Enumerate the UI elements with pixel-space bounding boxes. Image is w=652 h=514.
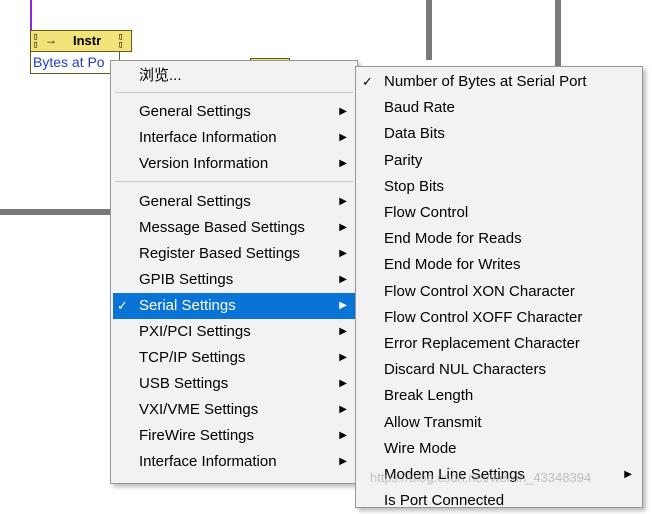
menu-item-label: TCP/IP Settings (139, 349, 246, 366)
submenu-arrow-icon: ▶ (339, 196, 347, 207)
diagram-wire-horizontal (0, 209, 112, 215)
submenu-arrow-icon: ▶ (339, 158, 347, 169)
node-title: Instr (73, 33, 102, 48)
submenu-arrow-icon: ▶ (339, 456, 347, 467)
submenu-item[interactable]: Baud Rate (358, 95, 640, 121)
submenu-item-label: Stop Bits (384, 177, 445, 195)
submenu-item-label: Flow Control (384, 204, 469, 221)
wire-arrow-icon: → (45, 33, 57, 47)
menu-item[interactable]: ✓ Serial Settings ▶ (113, 293, 355, 319)
menu-item[interactable]: USB Settings ▶ (113, 371, 355, 397)
submenu-item[interactable]: Flow Control XOFF Character (358, 305, 640, 331)
submenu-item-label: Flow Control XON Character (384, 282, 575, 300)
menu-item-label: USB Settings (139, 375, 229, 392)
menu-item[interactable]: GPIB Settings ▶ (113, 267, 355, 293)
menu-item-label: Serial Settings (139, 297, 236, 314)
submenu-item-label: Parity (384, 151, 423, 169)
submenu-arrow-icon: ▶ (339, 248, 347, 259)
submenu-item[interactable]: Parity (358, 148, 640, 174)
submenu-item-label: Data Bits (384, 125, 445, 143)
menu-item-label: Version Information (139, 155, 269, 172)
menu-item-label: General Settings (139, 193, 251, 210)
reference-in-icon: ▯ ▯ (33, 32, 39, 50)
reference-out-icon: ▯ ▯ (118, 32, 124, 50)
submenu-arrow-icon: ▶ (339, 378, 347, 389)
submenu-item[interactable]: Allow Transmit (358, 410, 640, 436)
menu-item[interactable]: VXI/VME Settings ▶ (113, 397, 355, 423)
menu-item-label: Interface Information (139, 129, 277, 146)
diagram-wire-right (555, 0, 561, 68)
menu-separator (115, 92, 353, 93)
submenu-item[interactable]: Break Length (358, 383, 640, 409)
menu-item[interactable]: Interface Information ▶ (113, 125, 355, 151)
submenu-arrow-icon: ▶ (339, 106, 347, 117)
submenu-arrow-icon: ▶ (624, 469, 632, 480)
menu-item[interactable]: Message Based Settings ▶ (113, 215, 355, 241)
submenu-item-label: Allow Transmit (384, 413, 482, 431)
menu-item[interactable]: 浏览... (113, 63, 355, 89)
submenu-arrow-icon: ▶ (339, 430, 347, 441)
submenu-item-label: End Mode for Writes (384, 256, 521, 274)
menu-item[interactable]: Register Based Settings ▶ (113, 241, 355, 267)
submenu-arrow-icon: ▶ (339, 326, 347, 337)
property-node[interactable]: ▯ ▯ → Instr ▯ ▯ (30, 30, 132, 52)
submenu-arrow-icon: ▶ (339, 352, 347, 363)
submenu-item-label: Baud Rate (384, 99, 455, 117)
submenu-item[interactable]: Discard NUL Characters (358, 357, 640, 383)
menu-item-label: FireWire Settings (139, 427, 255, 444)
submenu-item-label: Break Length (384, 387, 474, 405)
submenu-item[interactable]: End Mode for Writes (358, 252, 640, 278)
menu-item-label: PXI/PCI Settings (139, 323, 251, 340)
submenu-item-label: End Mode for Reads (384, 230, 522, 248)
menu-item[interactable]: FireWire Settings ▶ (113, 423, 355, 449)
submenu-item[interactable]: Flow Control (358, 200, 640, 226)
submenu-item[interactable]: Stop Bits (358, 174, 640, 200)
menu-item[interactable]: Version Information ▶ (113, 151, 355, 177)
submenu-item-label: Error Replacement Character (384, 335, 580, 352)
submenu-arrow-icon: ▶ (339, 132, 347, 143)
submenu-item[interactable]: ✓ Number of Bytes at Serial Port (358, 69, 640, 95)
submenu-item[interactable]: Data Bits (358, 121, 640, 147)
submenu-item[interactable]: Wire Mode (358, 436, 640, 462)
menu-separator (115, 181, 353, 182)
submenu-arrow-icon: ▶ (339, 274, 347, 285)
submenu-item[interactable]: Error Replacement Character (358, 331, 640, 357)
menu-item[interactable]: TCP/IP Settings ▶ (113, 345, 355, 371)
menu-item[interactable]: General Settings ▶ (113, 189, 355, 215)
submenu-arrow-icon: ▶ (339, 222, 347, 233)
check-icon: ✓ (117, 298, 128, 313)
submenu-item-label: Is Port Connected (384, 492, 505, 510)
submenu-item[interactable]: Is Port Connected (358, 488, 640, 514)
serial-settings-submenu: ✓ Number of Bytes at Serial Port Baud Rate… (355, 66, 643, 509)
menu-item-label: Interface Information (139, 453, 277, 470)
check-icon: ✓ (362, 74, 373, 89)
diagram-wire-top (426, 0, 432, 60)
submenu-arrow-icon: ▶ (339, 300, 347, 311)
menu-item-label: 浏览... (139, 67, 182, 84)
submenu-item-label: Number of Bytes at Serial Port (384, 73, 587, 90)
submenu-item[interactable]: Flow Control XON Character (358, 279, 640, 305)
property-item[interactable]: Bytes at Po (30, 52, 120, 74)
menu-item-label: Message Based Settings (139, 219, 305, 236)
submenu-item-label: Wire Mode (384, 439, 457, 457)
watermark: https://blog.csdn.net/weixin_43348394 (370, 470, 592, 485)
submenu-arrow-icon: ▶ (339, 404, 347, 415)
menu-item-label: Register Based Settings (139, 245, 300, 262)
submenu-item-label: Discard NUL Characters (384, 361, 546, 379)
menu-item[interactable]: General Settings ▶ (113, 99, 355, 125)
menu-item[interactable]: Interface Information ▶ (113, 449, 355, 475)
menu-item-label: GPIB Settings (139, 271, 234, 288)
context-menu: 浏览... General Settings ▶ Interface Informat… (110, 60, 358, 484)
menu-item-label: VXI/VME Settings (139, 401, 259, 418)
submenu-item-label: Flow Control XOFF Character (384, 308, 583, 326)
menu-item[interactable]: PXI/PCI Settings ▶ (113, 319, 355, 345)
menu-item-label: General Settings (139, 103, 251, 120)
submenu-item[interactable]: End Mode for Reads (358, 226, 640, 252)
purple-wire (30, 0, 32, 30)
